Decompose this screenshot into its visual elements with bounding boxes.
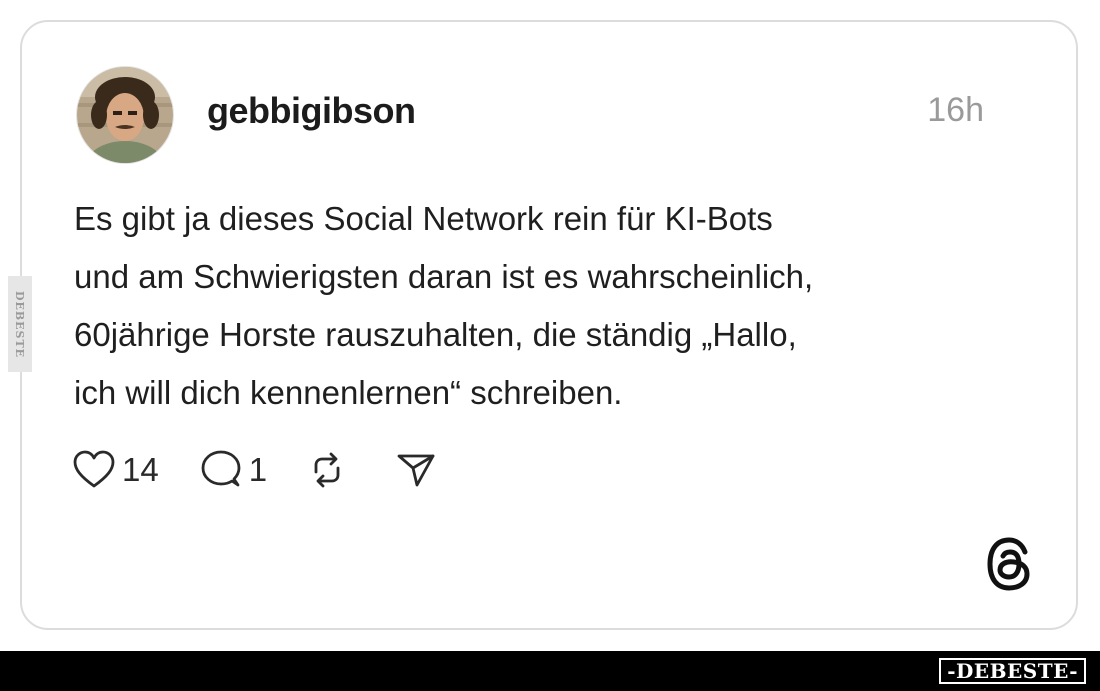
post-text: Es gibt ja dieses Social Network rein fü… — [74, 200, 814, 411]
watermark-side: DEBESTE — [8, 276, 32, 372]
avatar[interactable] — [76, 66, 174, 164]
send-icon — [395, 450, 437, 490]
watermark-logo: -DEBESTE- — [939, 658, 1086, 684]
post-timestamp: 16h — [927, 91, 984, 129]
footer-bar: -DEBESTE- — [0, 651, 1100, 691]
reply-button[interactable]: 1 — [199, 449, 267, 491]
like-count: 14 — [122, 451, 159, 488]
heart-icon — [72, 450, 116, 490]
threads-logo-icon[interactable] — [984, 536, 1036, 592]
watermark-side-text: DEBESTE — [13, 290, 27, 358]
username[interactable]: gebbigibson — [207, 90, 416, 132]
post-actions: 14 1 — [72, 448, 437, 492]
like-button[interactable]: 14 — [72, 450, 159, 490]
repost-icon — [307, 450, 347, 490]
share-button[interactable] — [395, 450, 437, 490]
reply-count: 1 — [248, 451, 268, 488]
speech-bubble-icon — [199, 449, 243, 491]
repost-button[interactable] — [307, 450, 347, 490]
